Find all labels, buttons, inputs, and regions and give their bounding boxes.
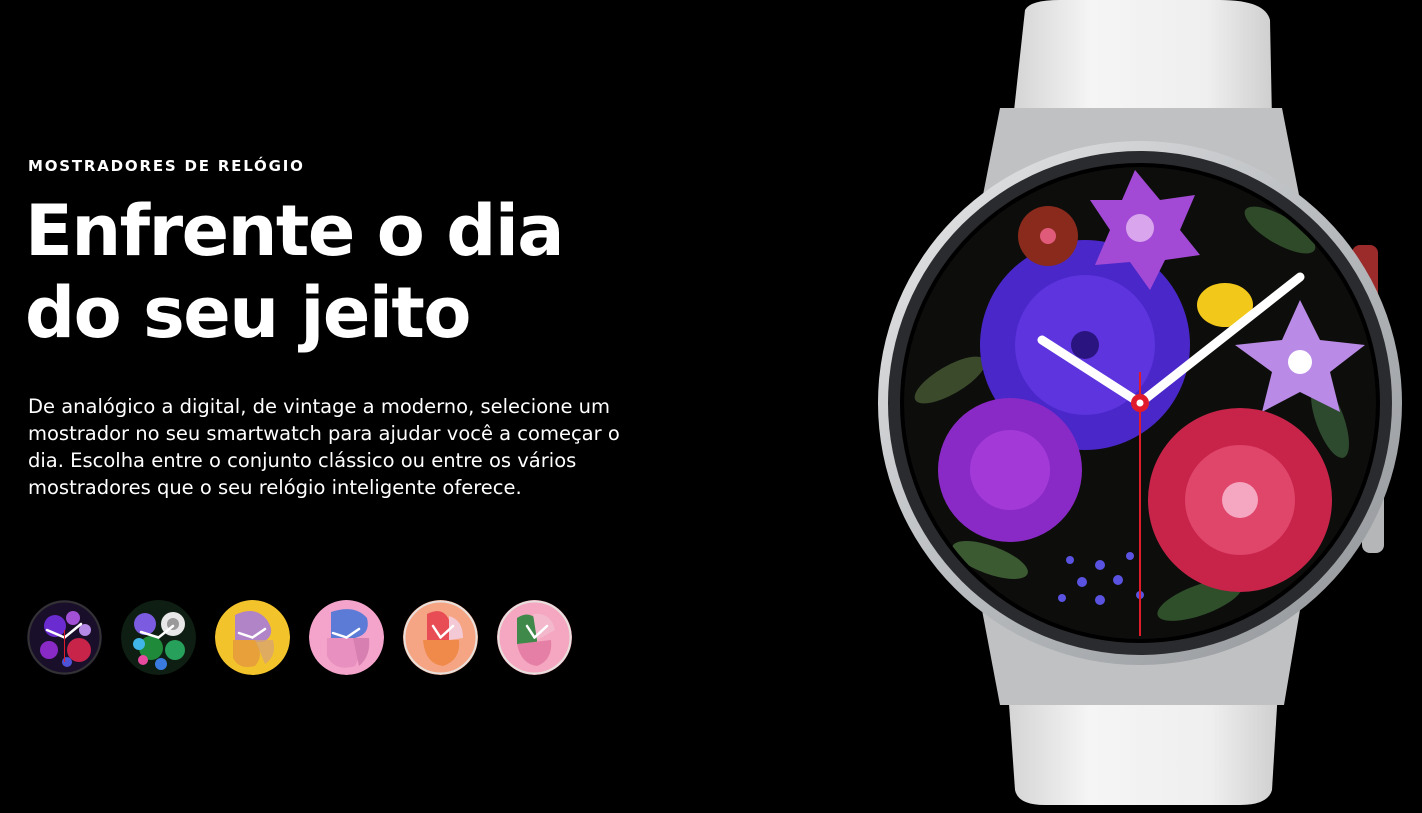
floral-green-watchface-icon [121,600,196,675]
watchface-thumbnail-4[interactable] [309,600,384,675]
headline-line-1: Enfrente o dia [25,190,565,272]
pink-blue-shapes-watchface-icon [309,600,384,675]
section-eyebrow: MOSTRADORES DE RELÓGIO [28,157,305,175]
yellow-shapes-watchface-icon [215,600,290,675]
smartwatch-floral-face-icon [878,0,1402,805]
headline-line-2: do seu jeito [25,272,471,354]
watchface-thumbnail-list [27,600,572,675]
floral-purple-watchface-icon [27,600,102,675]
watchface-thumbnail-2[interactable] [121,600,196,675]
section-description: De analógico a digital, de vintage a mod… [28,395,620,499]
watchface-thumbnail-1[interactable] [27,600,102,675]
headline: Enfrente o dia do seu jeito [25,190,645,354]
watchface-thumbnail-5[interactable] [403,600,478,675]
pink-green-shapes-watchface-icon [497,600,572,675]
watchface-thumbnail-6[interactable] [497,600,572,675]
coral-shapes-watchface-icon [403,600,478,675]
watchface-thumbnail-3[interactable] [215,600,290,675]
